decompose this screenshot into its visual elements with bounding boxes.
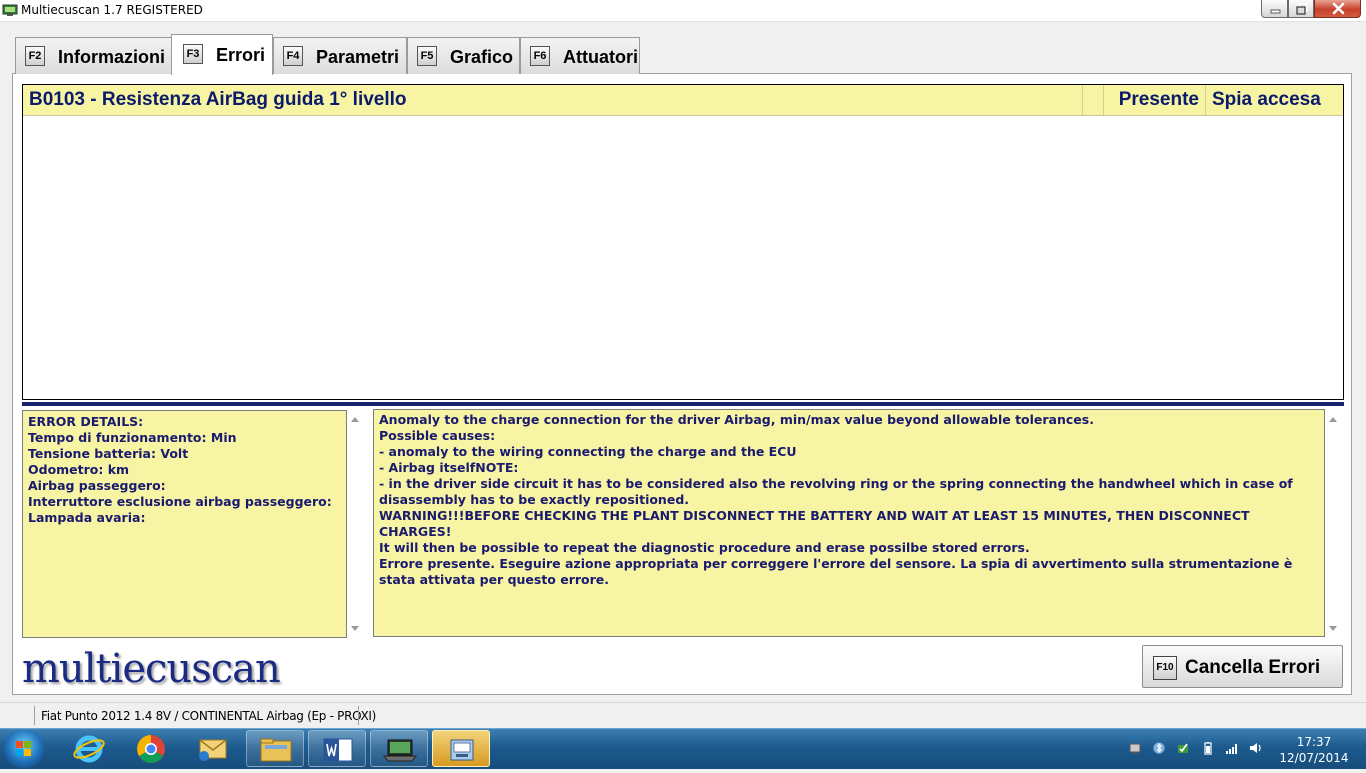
scroll-down-icon[interactable] bbox=[1329, 626, 1337, 631]
status-separator bbox=[34, 706, 35, 725]
description-line: - Airbag itselfNOTE: bbox=[379, 460, 519, 475]
clock-time: 17:37 bbox=[1296, 735, 1332, 749]
outlook-icon bbox=[199, 739, 227, 761]
taskbar-file-explorer[interactable] bbox=[246, 730, 304, 767]
folder-icon bbox=[260, 738, 292, 762]
windows-logo-icon bbox=[16, 741, 31, 756]
cancel-errors-button[interactable]: F10 Cancella Errori bbox=[1142, 645, 1343, 688]
bluetooth-icon[interactable] bbox=[1152, 741, 1166, 755]
minimize-icon bbox=[1270, 9, 1281, 14]
tab-label: Errori bbox=[216, 45, 266, 65]
status-bar: Fiat Punto 2012 1.4 8V / CONTINENTAL Air… bbox=[0, 702, 1366, 728]
details-line: Airbag passeggero: bbox=[28, 478, 166, 493]
column-divider bbox=[1103, 85, 1104, 115]
errors-table: B0103 - Resistenza AirBag guida 1° livel… bbox=[22, 84, 1344, 400]
description-line: WARNING!!!BEFORE CHECKING THE PLANT DISC… bbox=[379, 508, 1250, 539]
tab-informazioni[interactable]: F2 Informazioni bbox=[15, 37, 172, 74]
taskbar-clock[interactable]: 17:37 12/07/2014 bbox=[1270, 734, 1358, 766]
tab-key-f4: F4 bbox=[283, 46, 303, 66]
tab-label: Grafico bbox=[450, 47, 514, 67]
taskbar-word[interactable] bbox=[308, 730, 366, 767]
section-divider bbox=[22, 402, 1344, 406]
description-line: Possible causes: bbox=[379, 428, 496, 443]
scroll-up-icon[interactable] bbox=[351, 417, 359, 422]
details-line: Tensione batteria: Volt bbox=[28, 446, 189, 461]
description-line: - in the driver side circuit it has to b… bbox=[379, 476, 1293, 507]
column-divider bbox=[1205, 85, 1206, 115]
status-separator bbox=[358, 706, 359, 725]
tab-label: Parametri bbox=[316, 47, 400, 67]
description-line: Errore presente. Eseguire azione appropr… bbox=[379, 556, 1293, 587]
tab-grafico[interactable]: F5 Grafico bbox=[407, 37, 520, 74]
title-bar: Multiecuscan 1.7 REGISTERED bbox=[0, 0, 1366, 22]
clock-date: 12/07/2014 bbox=[1279, 751, 1349, 765]
tab-errori[interactable]: F3 Errori bbox=[171, 34, 273, 75]
taskbar-internet-explorer[interactable] bbox=[60, 730, 118, 767]
tab-label: Informazioni bbox=[58, 47, 165, 67]
details-line: ERROR DETAILS: bbox=[28, 414, 144, 429]
vehicle-status: Fiat Punto 2012 1.4 8V / CONTINENTAL Air… bbox=[41, 709, 377, 723]
app-icon bbox=[2, 4, 18, 16]
scroll-down-icon[interactable] bbox=[351, 626, 359, 631]
network-share-icon[interactable] bbox=[1128, 741, 1142, 755]
window-title: Multiecuscan 1.7 REGISTERED bbox=[21, 3, 203, 17]
minimize-button[interactable] bbox=[1261, 0, 1288, 18]
taskbar-chrome[interactable] bbox=[122, 730, 180, 767]
table-row[interactable]: B0103 - Resistenza AirBag guida 1° livel… bbox=[23, 85, 1343, 116]
details-line: Tempo di funzionamento: Min bbox=[28, 430, 237, 445]
details-line: Odometro: km bbox=[28, 462, 130, 477]
description-line: It will then be possible to repeat the d… bbox=[379, 540, 1030, 555]
tab-key-f2: F2 bbox=[25, 46, 45, 66]
details-scrollbar[interactable] bbox=[347, 410, 364, 637]
tab-key-f6: F6 bbox=[530, 46, 550, 66]
error-lamp-cell: Spia accesa bbox=[1212, 89, 1321, 110]
tab-attuatori[interactable]: F6 Attuatori bbox=[520, 37, 640, 74]
taskbar-laptop-app[interactable] bbox=[370, 730, 428, 767]
details-line: Interruttore esclusione airbag passegger… bbox=[28, 494, 332, 509]
error-details-panel[interactable]: ERROR DETAILS: Tempo di funzionamento: M… bbox=[22, 410, 347, 638]
multiecuscan-logo: multiecuscan bbox=[22, 646, 281, 692]
close-icon bbox=[1332, 2, 1345, 15]
signal-icon[interactable] bbox=[1225, 741, 1239, 755]
f10-key-icon: F10 bbox=[1153, 656, 1177, 680]
error-description-panel[interactable]: Anomaly to the charge connection for the… bbox=[373, 409, 1325, 637]
internet-explorer-icon bbox=[73, 735, 105, 763]
battery-icon[interactable] bbox=[1201, 741, 1215, 755]
scroll-up-icon[interactable] bbox=[1329, 417, 1337, 422]
column-divider bbox=[1082, 85, 1083, 115]
error-status-cell: Presente bbox=[1118, 89, 1199, 110]
restore-button[interactable] bbox=[1288, 0, 1314, 18]
laptop-icon bbox=[382, 739, 418, 762]
taskbar: 17:37 12/07/2014 bbox=[0, 728, 1366, 769]
details-line: Lampada avaria: bbox=[28, 510, 146, 525]
cancel-errors-label: Cancella Errori bbox=[1185, 657, 1321, 678]
action-center-icon[interactable] bbox=[1176, 741, 1190, 755]
chrome-icon bbox=[137, 735, 165, 763]
description-scrollbar[interactable] bbox=[1325, 410, 1342, 637]
tab-key-f3: F3 bbox=[183, 44, 203, 64]
tab-label: Attuatori bbox=[563, 47, 638, 67]
tab-parametri[interactable]: F4 Parametri bbox=[273, 37, 407, 74]
multiecuscan-app-icon bbox=[450, 739, 474, 761]
description-line: - anomaly to the wiring connecting the c… bbox=[379, 444, 797, 459]
error-description-cell: B0103 - Resistenza AirBag guida 1° livel… bbox=[29, 89, 407, 110]
taskbar-outlook[interactable] bbox=[184, 730, 242, 767]
tab-key-f5: F5 bbox=[417, 46, 437, 66]
description-line: Anomaly to the charge connection for the… bbox=[379, 412, 1094, 427]
volume-icon[interactable] bbox=[1249, 741, 1263, 755]
word-icon bbox=[323, 738, 353, 762]
close-button[interactable] bbox=[1314, 0, 1361, 18]
restore-icon bbox=[1296, 3, 1308, 15]
taskbar-multiecuscan[interactable] bbox=[432, 730, 490, 767]
start-button[interactable] bbox=[4, 730, 44, 768]
